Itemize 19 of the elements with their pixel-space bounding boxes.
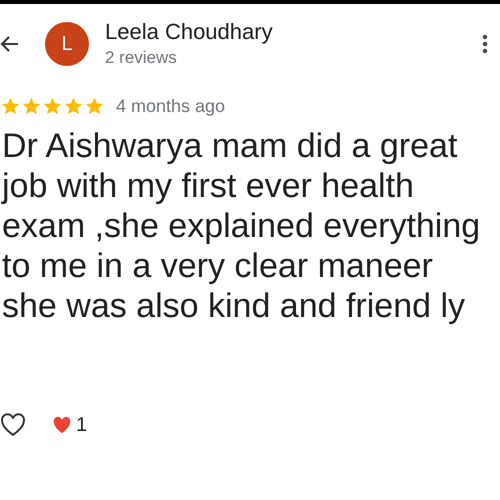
- star-icon: [42, 96, 63, 116]
- review-text-line: she was also kind and friend ly: [1, 286, 466, 326]
- avatar: L: [45, 22, 89, 66]
- star-icon: [21, 96, 42, 116]
- review-time: 4 months ago: [116, 94, 226, 118]
- heart-icon: [52, 416, 72, 434]
- like-count: 1: [76, 413, 88, 438]
- star-icon: [84, 96, 105, 116]
- reviewer-name: Leela Choudhary: [105, 18, 274, 46]
- star-icon: [63, 96, 84, 116]
- review-text-line: job with my first ever health: [0, 166, 414, 206]
- like-button-heart-icon[interactable]: [0, 413, 26, 437]
- review-count: 2 reviews: [105, 47, 178, 69]
- review-text-line: to me in a very clear maneer: [1, 246, 433, 286]
- review-text-line: Dr Aishwarya mam did a great: [1, 126, 458, 166]
- more-options-icon[interactable]: [482, 34, 488, 54]
- review-text-line: exam ,she explained everything: [1, 206, 480, 246]
- star-icon: [0, 96, 21, 116]
- back-icon[interactable]: [0, 34, 20, 54]
